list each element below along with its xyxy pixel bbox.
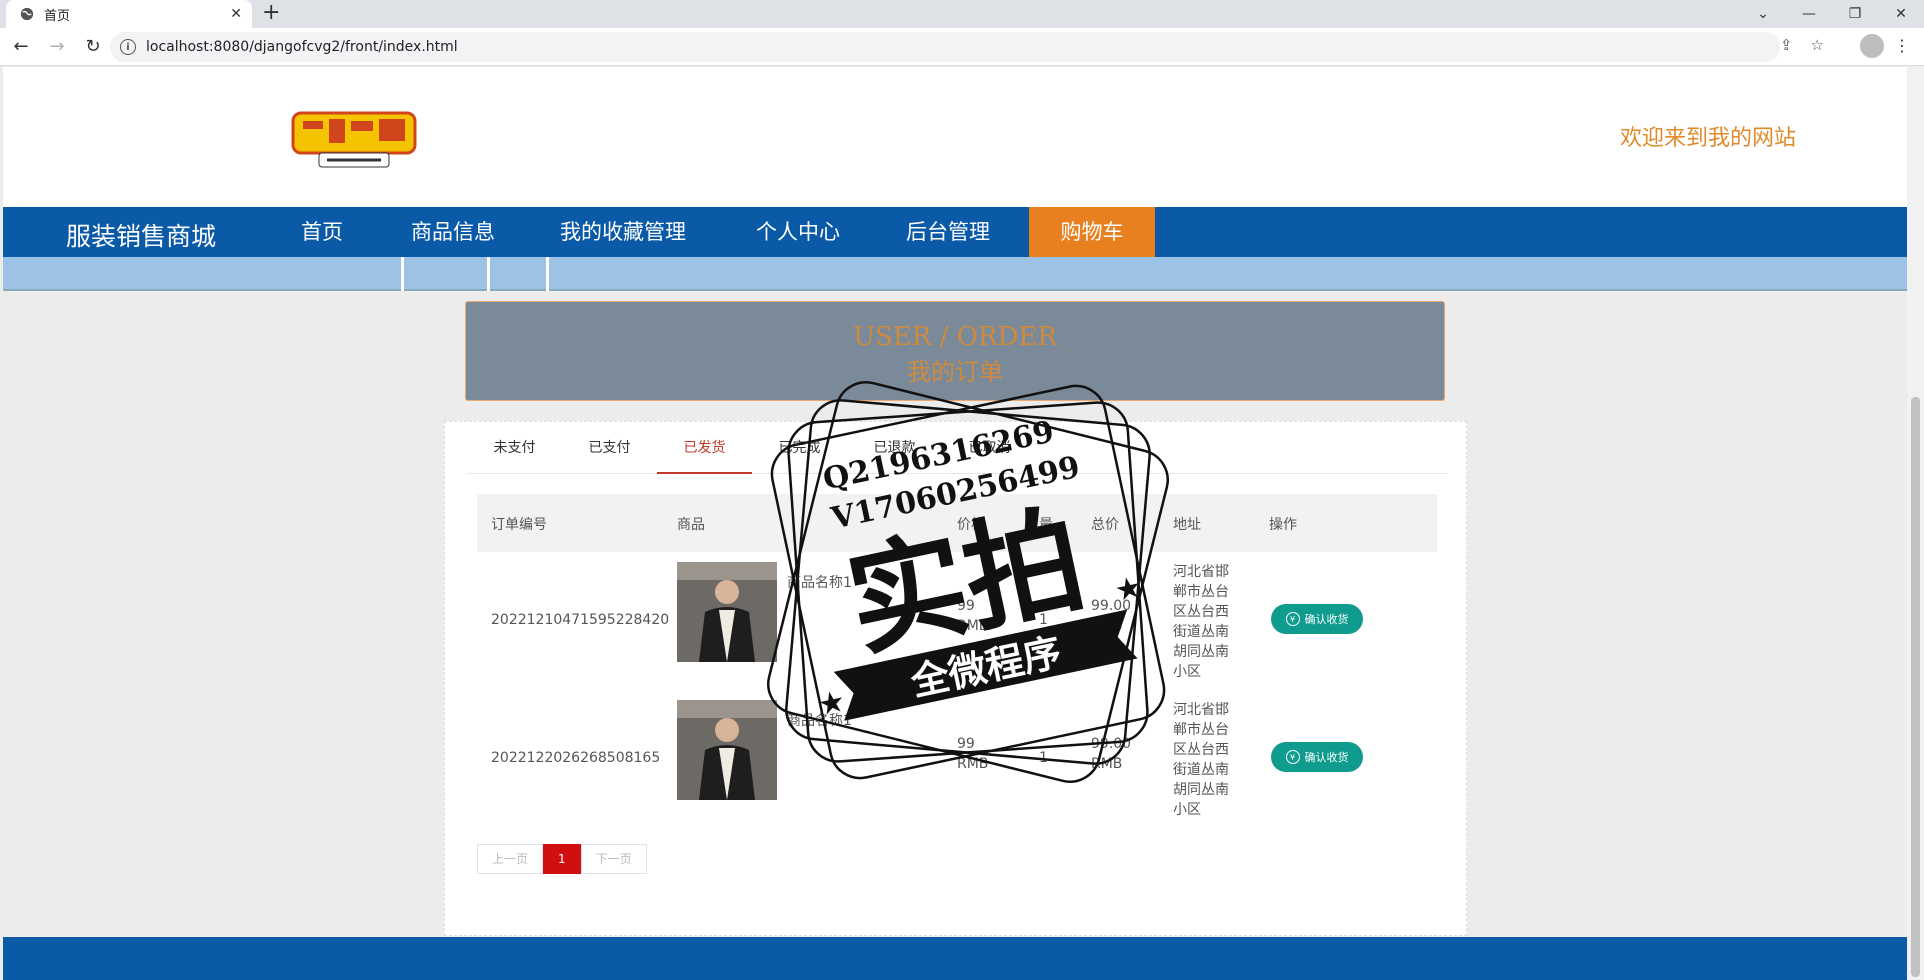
browser-tab[interactable]: 首页 ✕ [6,0,252,28]
page-scrollbar[interactable] [1907,67,1924,980]
section-title-box: USER / ORDER 我的订单 [465,301,1445,401]
nav-item-favorites[interactable]: 我的收藏管理 [543,207,703,257]
globe-icon [20,7,34,21]
profile-avatar-icon[interactable] [1860,34,1884,58]
product-name[interactable]: 商品名称1 [787,710,852,730]
main-nav: 服装销售商城 首页 商品信息 我的收藏管理 个人中心 后台管理 购物车 [3,207,1907,257]
tab-cancelled[interactable]: 已取消 [942,422,1037,474]
orders-panel: 未支付 已支付 已发货 已完成 已退款 已取消 订单编号 商品 价格 数量 总价… [444,421,1467,936]
header-action: 操作 [1269,517,1297,533]
orders-table: 订单编号 商品 价格 数量 总价 地址 操作 20221210471595228… [477,494,1437,828]
header-qty: 数量 [1025,517,1053,533]
address: 河北省邯郸市丛台区丛台西街道丛南胡同丛南小区 [1173,564,1229,680]
minimize-icon[interactable]: — [1786,0,1832,28]
confirm-receipt-button[interactable]: ¥ 确认收货 [1271,742,1363,772]
new-tab-button[interactable]: + [262,2,280,24]
quantity: 1 [1039,750,1048,766]
table-header: 订单编号 商品 价格 数量 总价 地址 操作 [477,494,1437,552]
tab-completed[interactable]: 已完成 [752,422,847,474]
brand-name[interactable]: 服装销售商城 [66,217,216,253]
prev-page-button[interactable]: 上一页 [477,844,544,874]
order-number: 2022122026268508165 [491,750,661,766]
header-price: 价格 [957,517,985,533]
tab-refunded[interactable]: 已退款 [847,422,942,474]
banner-divider [546,257,549,291]
confirm-receipt-label: 确认收货 [1304,751,1349,764]
browser-tab-bar: 首页 ✕ + ⌄ — ❐ ✕ [0,0,1924,28]
share-icon[interactable]: ⇪ [1780,36,1793,54]
header-product: 商品 [677,517,705,533]
site-info-icon[interactable]: i [120,39,136,55]
table-row: 20221210471595228420 商品名称1 99 RMB 1 99.0… [477,552,1437,690]
total-price: 99.00 RMB [1091,736,1132,772]
url-text: localhost:8080/djangofcvg2/front/index.h… [146,39,458,55]
banner-strip [3,257,1907,291]
page-viewport: 欢迎来到我的网站 服装销售商城 首页 商品信息 我的收藏管理 个人中心 后台管理… [3,67,1907,980]
tab-paid[interactable]: 已支付 [562,422,657,474]
nav-item-admin[interactable]: 后台管理 [888,207,1008,257]
yen-icon: ¥ [1285,750,1300,764]
bookmark-star-icon[interactable]: ☆ [1811,36,1824,54]
product-photo-icon [677,562,777,662]
pagination: 上一页 1 下一页 [477,844,647,874]
banner-divider [487,257,490,291]
header-order-no: 订单编号 [491,517,547,533]
nav-item-home[interactable]: 首页 [268,207,376,257]
back-icon[interactable]: ← [6,36,36,57]
total-price: 99.00 RMB [1091,598,1132,634]
confirm-receipt-button[interactable]: ¥ 确认收货 [1271,604,1363,634]
yen-icon: ¥ [1285,612,1300,626]
header-address: 地址 [1173,517,1201,533]
window-controls: ⌄ — ❐ ✕ [1740,0,1924,28]
address: 河北省邯郸市丛台区丛台西街道丛南胡同丛南小区 [1173,702,1229,818]
quantity: 1 [1039,612,1048,628]
section-title-en: USER / ORDER [853,322,1057,352]
page-number-current[interactable]: 1 [543,844,581,874]
tab-unpaid[interactable]: 未支付 [467,422,562,474]
nav-item-user-center[interactable]: 个人中心 [738,207,858,257]
table-row: 2022122026268508165 商品名称1 99 RMB 1 99.00… [477,690,1437,828]
tab-title: 首页 [44,8,71,24]
welcome-text: 欢迎来到我的网站 [1620,126,1797,151]
price: 99 RMB [957,598,989,634]
site-footer [3,937,1907,980]
order-status-tabs: 未支付 已支付 已发货 已完成 已退款 已取消 [467,422,1447,474]
order-number: 20221210471595228420 [491,612,670,628]
product-name[interactable]: 商品名称1 [787,572,852,592]
banner-divider [401,257,404,291]
tab-shipped[interactable]: 已发货 [657,422,752,474]
nav-item-cart[interactable]: 购物车 [1029,207,1155,257]
restore-icon[interactable]: ❐ [1832,0,1878,28]
browser-toolbar: ← → ↻ i localhost:8080/djangofcvg2/front… [0,28,1924,66]
tab-search-icon[interactable]: ⌄ [1740,0,1786,28]
product-thumbnail[interactable] [677,562,777,662]
price: 99 RMB [957,736,989,772]
site-logo[interactable] [289,107,419,171]
browser-menu-icon[interactable]: ⋮ [1894,36,1910,55]
close-tab-icon[interactable]: ✕ [230,6,242,22]
nav-item-products[interactable]: 商品信息 [393,207,513,257]
section-title-cn: 我的订单 [907,358,1003,386]
forward-icon[interactable]: → [42,36,72,57]
product-photo-icon [677,700,777,800]
close-window-icon[interactable]: ✕ [1878,0,1924,28]
confirm-receipt-label: 确认收货 [1304,613,1349,626]
site-header: 欢迎来到我的网站 [3,67,1907,207]
scrollbar-thumb[interactable] [1911,397,1920,977]
address-bar[interactable]: i localhost:8080/djangofcvg2/front/index… [110,32,1780,62]
reload-icon[interactable]: ↻ [78,36,108,57]
product-thumbnail[interactable] [677,700,777,800]
header-total: 总价 [1091,517,1119,533]
next-page-button[interactable]: 下一页 [580,844,647,874]
